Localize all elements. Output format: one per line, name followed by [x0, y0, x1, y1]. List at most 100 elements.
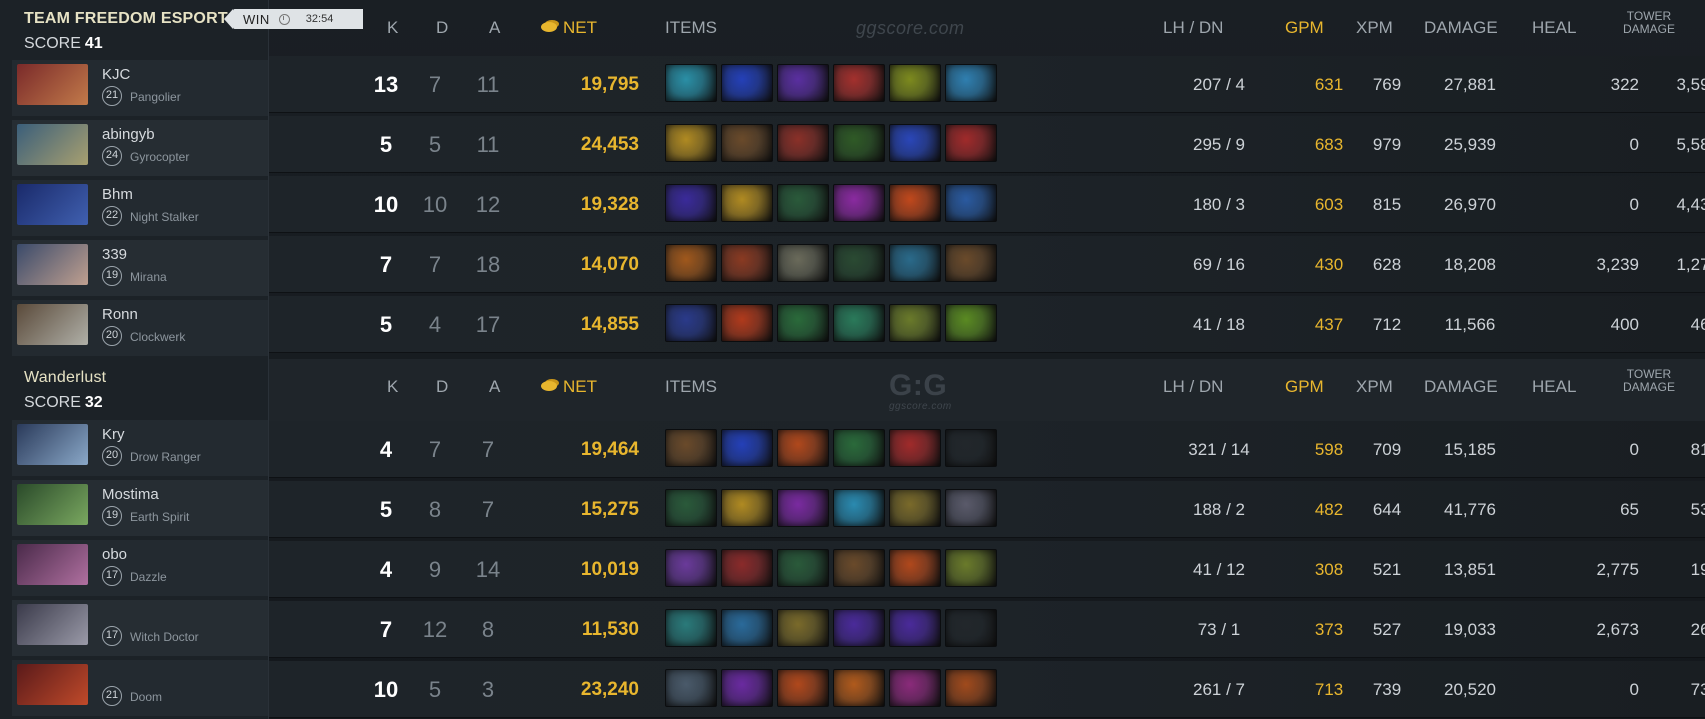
- item-list: [665, 304, 997, 342]
- player-card[interactable]: Kry 20 Drow Ranger: [12, 420, 268, 476]
- item-slot[interactable]: [945, 244, 997, 282]
- hero-portrait[interactable]: [17, 664, 88, 705]
- item-slot[interactable]: [721, 244, 773, 282]
- last-hits-denies: 180 / 3: [1193, 195, 1245, 214]
- item-slot[interactable]: [945, 549, 997, 587]
- item-slot[interactable]: [777, 549, 829, 587]
- player-card[interactable]: obo 17 Dazzle: [12, 540, 268, 596]
- item-slot[interactable]: [889, 64, 941, 102]
- hero-portrait[interactable]: [17, 244, 88, 285]
- player-name[interactable]: 339: [102, 246, 127, 263]
- item-slot[interactable]: [945, 124, 997, 162]
- hero-name: Earth Spirit: [130, 510, 190, 524]
- item-slot[interactable]: [721, 609, 773, 647]
- hero-level: 20: [102, 326, 122, 346]
- item-slot[interactable]: [945, 429, 997, 467]
- item-slot[interactable]: [777, 304, 829, 342]
- item-slot[interactable]: [777, 64, 829, 102]
- item-slot[interactable]: [721, 669, 773, 707]
- item-slot[interactable]: [721, 184, 773, 222]
- item-slot[interactable]: [833, 609, 885, 647]
- item-slot[interactable]: [889, 549, 941, 587]
- col-tower-damage: TOWER DAMAGE: [1622, 9, 1675, 36]
- player-name[interactable]: Ronn: [102, 306, 138, 323]
- hero-portrait[interactable]: [17, 604, 88, 645]
- hero-portrait[interactable]: [17, 544, 88, 585]
- hero-portrait[interactable]: [17, 484, 88, 525]
- item-slot[interactable]: [833, 304, 885, 342]
- item-slot[interactable]: [721, 489, 773, 527]
- item-slot[interactable]: [945, 489, 997, 527]
- item-slot[interactable]: [777, 609, 829, 647]
- item-slot[interactable]: [889, 304, 941, 342]
- item-slot[interactable]: [889, 609, 941, 647]
- col-items: ITEMS: [665, 18, 717, 37]
- player-card[interactable]: abingyb 24 Gyrocopter: [12, 120, 268, 176]
- hero-level: 22: [102, 206, 122, 226]
- item-slot[interactable]: [833, 429, 885, 467]
- player-name[interactable]: obo: [102, 546, 127, 563]
- item-slot[interactable]: [665, 429, 717, 467]
- item-slot[interactable]: [833, 669, 885, 707]
- item-slot[interactable]: [833, 184, 885, 222]
- hero-portrait[interactable]: [17, 304, 88, 345]
- player-name[interactable]: Mostima: [102, 486, 159, 503]
- hero-portrait[interactable]: [17, 124, 88, 165]
- player-name[interactable]: Kry: [102, 426, 125, 443]
- item-slot[interactable]: [665, 549, 717, 587]
- item-slot[interactable]: [665, 244, 717, 282]
- hero-level: 21: [102, 86, 122, 106]
- player-card[interactable]: 17 Witch Doctor: [12, 600, 268, 656]
- item-slot[interactable]: [889, 244, 941, 282]
- item-slot[interactable]: [945, 304, 997, 342]
- item-slot[interactable]: [721, 304, 773, 342]
- hero-portrait[interactable]: [17, 184, 88, 225]
- scoreboard: TEAM FREEDOM ESPORT WIN 32:54 SCORE 41 KJ…: [0, 0, 1705, 719]
- item-slot[interactable]: [833, 244, 885, 282]
- player-card[interactable]: 339 19 Mirana: [12, 240, 268, 296]
- player-card[interactable]: 21 Doom: [12, 660, 268, 716]
- item-slot[interactable]: [665, 669, 717, 707]
- item-slot[interactable]: [945, 609, 997, 647]
- item-slot[interactable]: [777, 489, 829, 527]
- player-card[interactable]: Ronn 20 Clockwerk: [12, 300, 268, 356]
- player-card[interactable]: Bhm 22 Night Stalker: [12, 180, 268, 236]
- item-slot[interactable]: [665, 304, 717, 342]
- item-slot[interactable]: [721, 429, 773, 467]
- item-slot[interactable]: [777, 184, 829, 222]
- item-slot[interactable]: [889, 669, 941, 707]
- item-slot[interactable]: [777, 429, 829, 467]
- item-slot[interactable]: [889, 184, 941, 222]
- item-slot[interactable]: [833, 549, 885, 587]
- item-slot[interactable]: [945, 64, 997, 102]
- hero-portrait[interactable]: [17, 424, 88, 465]
- item-slot[interactable]: [665, 489, 717, 527]
- item-slot[interactable]: [665, 64, 717, 102]
- player-card[interactable]: Mostima 19 Earth Spirit: [12, 480, 268, 536]
- item-slot[interactable]: [945, 184, 997, 222]
- item-slot[interactable]: [889, 124, 941, 162]
- item-slot[interactable]: [721, 124, 773, 162]
- item-list: [665, 609, 997, 647]
- tower-damage: 1,279: [1676, 255, 1705, 274]
- player-name[interactable]: Bhm: [102, 186, 133, 203]
- item-slot[interactable]: [777, 124, 829, 162]
- item-slot[interactable]: [833, 489, 885, 527]
- item-slot[interactable]: [721, 64, 773, 102]
- item-slot[interactable]: [665, 184, 717, 222]
- item-slot[interactable]: [777, 244, 829, 282]
- item-slot[interactable]: [889, 429, 941, 467]
- item-slot[interactable]: [889, 489, 941, 527]
- item-slot[interactable]: [721, 549, 773, 587]
- hero-portrait[interactable]: [17, 64, 88, 105]
- player-name[interactable]: abingyb: [102, 126, 155, 143]
- player-card[interactable]: KJC 21 Pangolier: [12, 60, 268, 116]
- item-slot[interactable]: [833, 64, 885, 102]
- item-slot[interactable]: [665, 124, 717, 162]
- item-slot[interactable]: [777, 669, 829, 707]
- item-slot[interactable]: [665, 609, 717, 647]
- player-name[interactable]: KJC: [102, 66, 130, 83]
- item-slot[interactable]: [833, 124, 885, 162]
- item-slot[interactable]: [945, 669, 997, 707]
- result-label: WIN: [243, 11, 270, 27]
